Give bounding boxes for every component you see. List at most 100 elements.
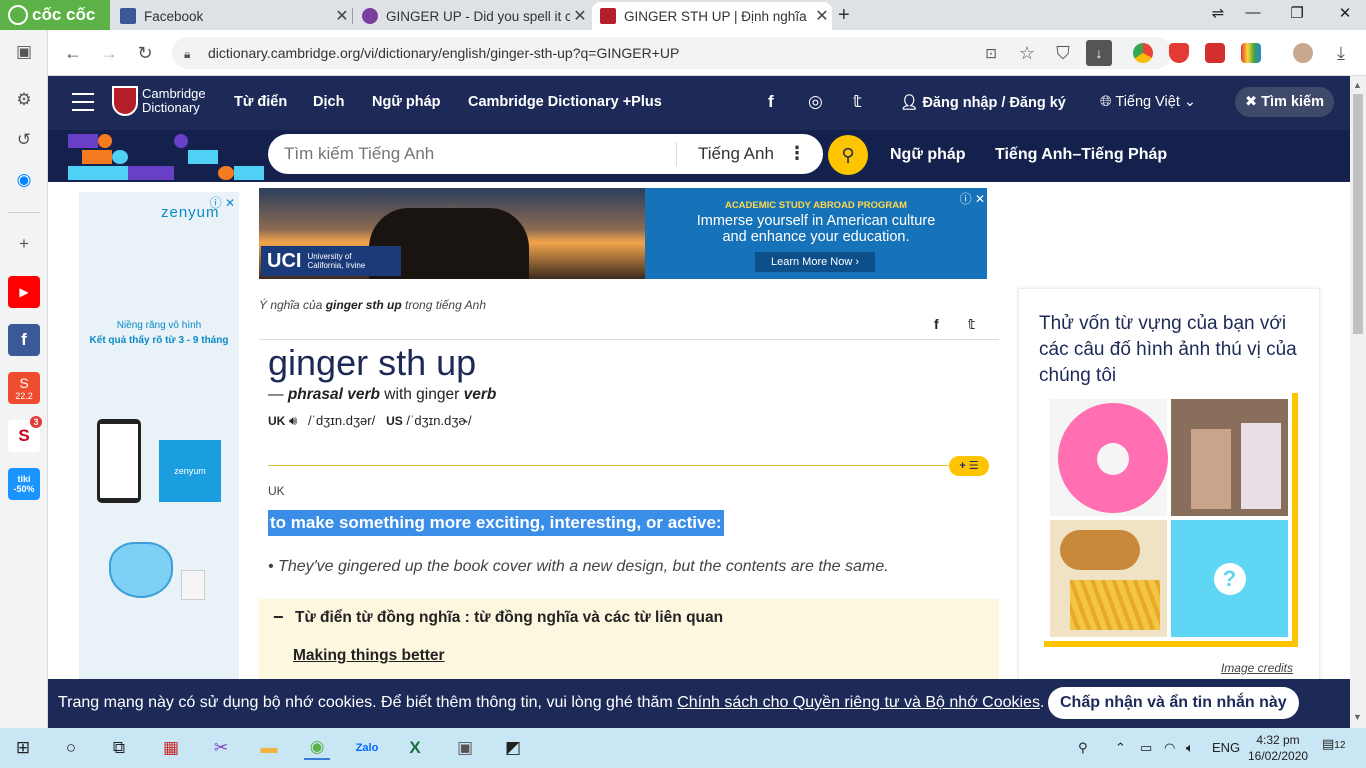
pdf-ext-icon[interactable] xyxy=(1205,43,1225,63)
page-scrollbar[interactable]: ▲ ▼ xyxy=(1350,76,1366,728)
adblock-icon[interactable] xyxy=(1169,43,1189,63)
translate-icon[interactable]: ⊡ xyxy=(978,40,1004,66)
people-icon[interactable]: ⚲ xyxy=(1078,740,1088,756)
search-input[interactable] xyxy=(284,143,664,165)
facebook-icon[interactable]: f xyxy=(768,92,774,112)
thesaurus-link[interactable]: Making things better xyxy=(293,647,445,665)
battery-icon[interactable]: ▭ xyxy=(1140,740,1152,756)
close-tab-icon[interactable]: ✕ xyxy=(570,6,590,26)
tray-chevron-icon[interactable]: ⌃ xyxy=(1115,740,1126,756)
shield-icon[interactable]: ⛉ xyxy=(1050,40,1076,66)
ad-close-icon[interactable]: ⓘ ✕ xyxy=(210,194,235,211)
file-explorer-icon[interactable]: ▬ xyxy=(256,736,282,760)
app-icon[interactable]: ◩ xyxy=(500,736,526,760)
accept-cookies-button[interactable]: Chấp nhận và ẩn tin nhắn này xyxy=(1048,687,1299,719)
downloads-icon[interactable]: ⤓ xyxy=(1328,40,1354,66)
language-selector[interactable]: 🌐︎ Tiếng Việt ⌄ xyxy=(1100,94,1196,110)
tab-facebook[interactable]: Facebook ✕ xyxy=(112,2,352,30)
close-window-icon[interactable]: ✕ xyxy=(1330,4,1360,22)
quiz-option-mystery[interactable]: ? xyxy=(1171,520,1288,637)
add-app-icon[interactable]: + xyxy=(8,228,40,260)
url-text: dictionary.cambridge.org/vi/dictionary/e… xyxy=(208,45,680,61)
more-options-icon[interactable]: ⋮ xyxy=(788,143,806,164)
messenger-icon[interactable]: ◉ xyxy=(8,164,40,196)
task-view-icon[interactable]: ⧉ xyxy=(106,736,132,760)
windows-start-icon[interactable]: ⊞ xyxy=(10,736,36,760)
collapse-icon[interactable]: − xyxy=(273,607,284,628)
coccoc-taskbar-icon[interactable]: ◉ xyxy=(304,736,330,760)
search-toggle-button[interactable]: ✖ Tìm kiếm xyxy=(1235,87,1334,117)
youtube-icon[interactable]: ▶ xyxy=(8,276,40,308)
nav-plus[interactable]: Cambridge Dictionary +Plus xyxy=(468,94,662,110)
hamburger-menu-icon[interactable] xyxy=(72,93,94,111)
uk-audio-icon[interactable]: 🔊︎ xyxy=(289,413,297,428)
share-twitter-icon[interactable]: 𝕥 xyxy=(968,316,975,333)
system-clock[interactable]: 4:32 pm 16/02/2020 xyxy=(1248,732,1308,764)
new-tab-icon[interactable]: + xyxy=(838,4,850,27)
fish-image xyxy=(1060,530,1140,570)
cortana-icon[interactable]: ○ xyxy=(58,736,84,760)
tab-title: GINGER UP - Did you spell it c xyxy=(386,8,570,24)
tab-ginger-up[interactable]: GINGER UP - Did you spell it c ✕ xyxy=(354,2,590,30)
scroll-thumb[interactable] xyxy=(1353,94,1363,334)
close-tab-icon[interactable]: ✕ xyxy=(332,6,352,26)
twitter-icon[interactable]: 𝕥 xyxy=(853,92,862,112)
minimize-icon[interactable]: — xyxy=(1238,4,1268,21)
quiz-option-milkshake[interactable] xyxy=(1171,399,1288,516)
instagram-icon[interactable]: ◎ xyxy=(808,92,823,112)
decor-shape xyxy=(98,134,112,148)
tab-ginger-sth-up[interactable]: GINGER STH UP | Định nghĩa ✕ xyxy=(592,2,832,30)
app-icon[interactable]: ▦ xyxy=(158,736,184,760)
scroll-down-icon[interactable]: ▼ xyxy=(1353,712,1362,722)
forward-icon[interactable]: → xyxy=(96,40,122,66)
subnav-english-french[interactable]: Tiếng Anh–Tiếng Pháp xyxy=(995,146,1167,164)
app-icon[interactable]: ✂ xyxy=(208,736,234,760)
nav-grammar[interactable]: Ngữ pháp xyxy=(372,94,441,110)
search-button[interactable]: ⚲ xyxy=(828,135,868,175)
nav-dictionary[interactable]: Từ điển xyxy=(234,94,287,110)
dictionary-language-select[interactable]: Tiếng Anh xyxy=(698,144,774,164)
close-icon: ✖ xyxy=(1244,94,1262,110)
bookmark-star-icon[interactable]: ☆ xyxy=(1014,40,1040,66)
zalo-icon[interactable]: Zalo xyxy=(354,736,380,760)
login-link[interactable]: 👤︎ Đăng nhập / Đăng ký xyxy=(900,94,1066,111)
cambridge-logo[interactable]: Cambridge Dictionary xyxy=(112,86,206,116)
subnav-grammar[interactable]: Ngữ pháp xyxy=(890,146,966,164)
close-tab-icon[interactable]: ✕ xyxy=(812,6,832,26)
excel-icon[interactable]: X xyxy=(402,736,428,760)
nav-translate[interactable]: Dịch xyxy=(313,94,344,110)
download-page-icon[interactable]: ↓ xyxy=(1086,40,1112,66)
left-ad-banner[interactable]: zenyum ⓘ ✕ Niềng răng vô hình Kết quả th… xyxy=(79,192,239,679)
ad-line1: Niềng răng vô hình xyxy=(116,320,202,331)
maximize-icon[interactable]: ❐ xyxy=(1282,4,1312,22)
action-center-icon[interactable]: ▤12 xyxy=(1322,736,1345,752)
sendo-icon[interactable]: S3 xyxy=(8,416,42,452)
wifi-icon[interactable]: ◠ xyxy=(1164,740,1175,756)
facebook-icon[interactable]: f xyxy=(8,324,40,356)
profile-avatar[interactable] xyxy=(1293,43,1313,63)
chrome-ext-icon[interactable] xyxy=(1133,43,1153,63)
sidebar-toggle-icon[interactable]: ▣ xyxy=(8,36,40,68)
scroll-up-icon[interactable]: ▲ xyxy=(1353,80,1362,90)
tiki-icon[interactable]: tiki -50% xyxy=(8,468,40,500)
back-icon[interactable]: ← xyxy=(60,40,86,66)
quiz-option-fish-chips[interactable] xyxy=(1050,520,1167,637)
quiz-option-donut[interactable] xyxy=(1050,399,1168,516)
shopee-icon[interactable]: S 22.2 xyxy=(8,372,40,404)
volume-icon[interactable]: 🔈︎ xyxy=(1186,740,1194,756)
image-credits-link[interactable]: Image credits xyxy=(1221,661,1293,675)
share-facebook-icon[interactable]: f xyxy=(934,316,939,332)
privacy-policy-link[interactable]: Chính sách cho Quyền riêng tư và Bộ nhớ … xyxy=(677,694,1040,711)
thesaurus-title[interactable]: Từ điển từ đồng nghĩa : từ đồng nghĩa và… xyxy=(295,609,723,627)
coccoc-menu-button[interactable]: cốc cốc xyxy=(0,0,110,30)
settings-icon[interactable]: ⚙ xyxy=(8,84,40,116)
add-to-wordlist-button[interactable]: + ☰ xyxy=(949,456,989,476)
tab-search-icon[interactable]: ⇌ xyxy=(1203,4,1233,22)
color-ext-icon[interactable] xyxy=(1241,43,1261,63)
top-ad-banner[interactable]: UCI University of California, Irvine ⓘ ✕ … xyxy=(259,188,987,279)
history-icon[interactable]: ↺ xyxy=(8,124,40,156)
language-indicator[interactable]: ENG xyxy=(1212,740,1240,755)
ad-cta-button[interactable]: Learn More Now › xyxy=(755,252,875,272)
app-icon[interactable]: ▣ xyxy=(452,736,478,760)
reload-icon[interactable]: ↻ xyxy=(132,40,158,66)
